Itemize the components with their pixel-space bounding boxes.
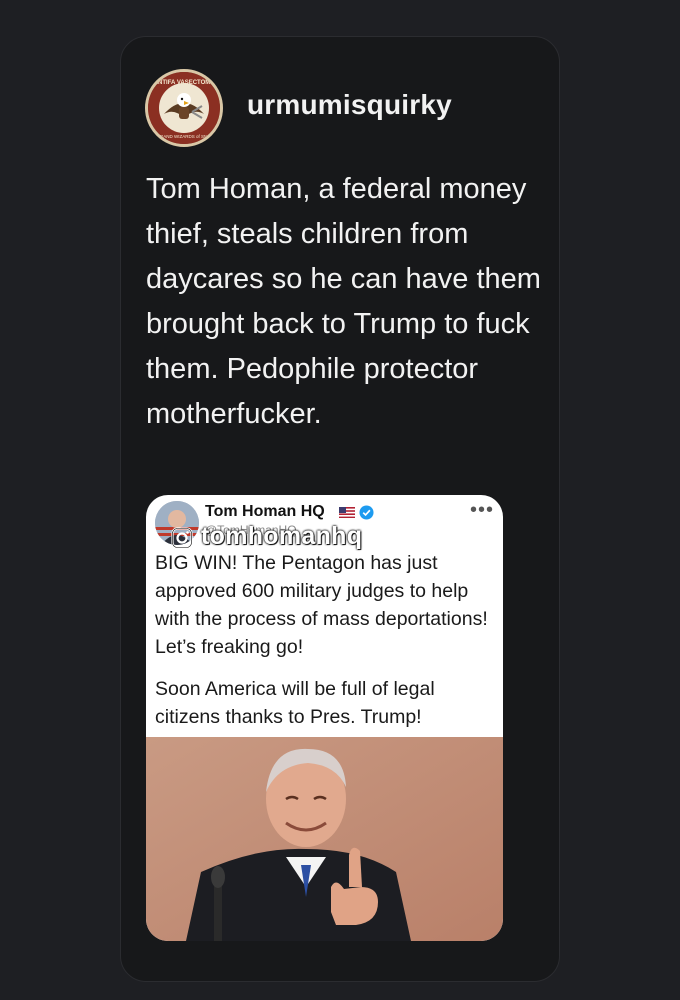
instagram-watermark-handle: tomhomanhq (201, 522, 363, 550)
tweet-paragraph-2: Soon America will be full of legal citiz… (155, 678, 435, 728)
more-dots-icon[interactable]: ••• (470, 499, 494, 522)
us-flag-icon (339, 507, 355, 518)
instagram-icon (171, 527, 193, 549)
tweet-paragraph-1: BIG WIN! The Pentagon has just approved … (155, 552, 488, 658)
avatar[interactable]: ANTIFA VASECTOMY GRAND WIZARDS of SNIP (145, 69, 223, 147)
tweet-display-name: Tom Homan HQ (205, 503, 325, 520)
svg-text:GRAND WIZARDS of SNIP: GRAND WIZARDS of SNIP (156, 134, 211, 139)
eagle-logo-icon: ANTIFA VASECTOMY GRAND WIZARDS of SNIP (148, 72, 220, 144)
svg-text:ANTIFA VASECTOMY: ANTIFA VASECTOMY (154, 80, 215, 86)
verified-badge-icon (359, 505, 374, 520)
post-card: ANTIFA VASECTOMY GRAND WIZARDS of SNIP u… (120, 36, 560, 982)
post-text: Tom Homan, a federal money thief, steals… (146, 173, 541, 430)
username[interactable]: urmumisquirky (247, 89, 452, 121)
thumbs-up-photo (146, 737, 503, 941)
embedded-screenshot[interactable]: Tom Homan HQ ••• @TomHomanHQ tomhomanhq … (146, 495, 503, 941)
